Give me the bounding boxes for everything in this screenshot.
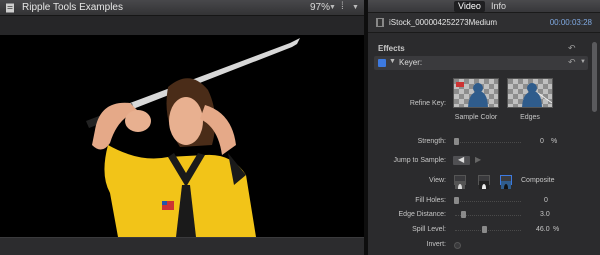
keyer-effect-header[interactable]: ▼ Keyer: ↶ ▼ (374, 56, 588, 70)
jump-to-sample-label: Jump to Sample: (393, 157, 446, 164)
fill-holes-slider-track[interactable] (455, 201, 521, 202)
strength-slider-track[interactable] (455, 142, 521, 143)
inspector-scroll-thumb[interactable] (592, 42, 597, 112)
face (169, 97, 203, 145)
checkbox-icon[interactable] (378, 59, 386, 67)
sample-color-swatch[interactable] (453, 78, 499, 108)
clip-header: iStock_000004252273Medium 00:00:03:28 (368, 13, 600, 33)
sample-color-label: Sample Color (454, 114, 498, 121)
viewer-header: Ripple Tools Examples 97% ▼ ⁞ ▼ (0, 0, 364, 16)
fill-holes-value[interactable]: 0 (544, 197, 548, 204)
inspector-panel: Video Info iStock_000004252273Medium 00:… (368, 0, 600, 255)
edge-distance-slider-knob[interactable] (461, 211, 466, 218)
spill-level-unit: % (553, 226, 560, 233)
chevron-down-icon[interactable]: ▼ (580, 59, 586, 65)
hands (125, 110, 151, 132)
strength-slider-knob[interactable] (454, 138, 459, 145)
viewer-title: Ripple Tools Examples (22, 2, 123, 13)
clip-name: iStock_000004252273Medium (389, 18, 498, 27)
inspector-tabs: Video Info (368, 0, 600, 13)
spill-level-label: Spill Level: (412, 226, 446, 233)
view-label: View: (429, 177, 446, 184)
tab-info[interactable]: Info (487, 1, 510, 12)
jump-next-button[interactable]: ▶ (475, 155, 481, 164)
clip-duration: 00:00:03:28 (549, 18, 592, 27)
sword-blade (130, 38, 300, 109)
viewer-footer (0, 237, 364, 255)
strength-value[interactable]: 0 (540, 138, 544, 145)
effects-section-header: Effects ↶ (368, 42, 600, 56)
view-matte-button[interactable] (454, 175, 466, 189)
view-original-button[interactable] (478, 175, 490, 189)
refine-key-label: Refine Key: (409, 100, 446, 107)
keyed-subject-image (86, 38, 300, 237)
zoom-level[interactable]: 97% (310, 2, 330, 13)
spill-level-value[interactable]: 46.0 (536, 226, 550, 233)
reset-icon[interactable]: ↶ (568, 43, 576, 54)
film-clip-icon (376, 18, 384, 27)
jump-previous-button[interactable]: ◀ (453, 155, 470, 165)
chevron-down-icon[interactable]: ▼ (329, 4, 336, 11)
edge-distance-label: Edge Distance: (398, 211, 446, 218)
strength-unit: % (551, 138, 558, 145)
triangle-disclosure-icon[interactable]: ▼ (389, 58, 396, 65)
spill-level-slider-knob[interactable] (482, 226, 487, 233)
edges-swatch[interactable] (507, 78, 553, 108)
video-canvas (0, 35, 364, 237)
fill-holes-slider-knob[interactable] (454, 197, 459, 204)
spill-level-slider-track[interactable] (455, 230, 521, 231)
invert-checkbox[interactable] (454, 242, 461, 249)
fill-holes-label: Fill Holes: (415, 197, 446, 204)
edge-distance-value[interactable]: 3.0 (540, 211, 550, 218)
edges-label: Edges (520, 114, 540, 121)
strength-label: Strength: (417, 138, 446, 145)
triangle-left-icon: ◀ (458, 155, 465, 164)
viewer-panel: Ripple Tools Examples 97% ▼ ⁞ ▼ (0, 0, 364, 255)
document-icon (6, 3, 14, 13)
reset-icon[interactable]: ↶ (568, 57, 576, 68)
effects-label: Effects (378, 44, 405, 53)
view-composite-button[interactable] (500, 175, 512, 189)
inspector-scrollbar[interactable] (592, 40, 597, 255)
invert-label: Invert: (426, 241, 446, 248)
chevron-down-icon[interactable]: ▼ (352, 4, 359, 11)
flag-patch-canton (162, 201, 167, 205)
view-value: Composite (521, 177, 555, 184)
effect-name: Keyer: (399, 58, 423, 67)
display-options-icon[interactable]: ⁞ (341, 1, 344, 12)
tab-video[interactable]: Video (454, 1, 485, 12)
